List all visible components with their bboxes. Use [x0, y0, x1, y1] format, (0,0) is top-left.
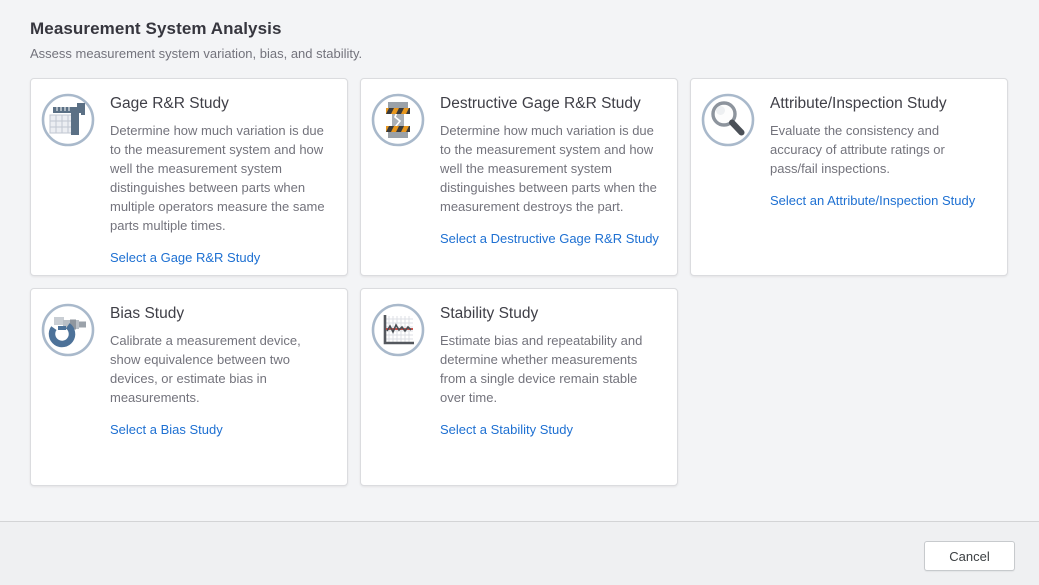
card-description-stability: Estimate bias and repeatability and dete… — [440, 331, 663, 407]
footer-bar: Cancel — [0, 521, 1039, 585]
select-stability-link[interactable]: Select a Stability Study — [440, 421, 573, 438]
study-cards-grid: Gage R&R Study Determine how much variat… — [30, 78, 1039, 486]
page-title: Measurement System Analysis — [30, 17, 1009, 41]
select-bias-link[interactable]: Select a Bias Study — [110, 421, 223, 438]
page-subtitle: Assess measurement system variation, bia… — [30, 44, 1009, 63]
destructive-test-icon — [371, 93, 425, 147]
control-chart-icon — [371, 303, 425, 357]
card-destructive-gage-rr-study: Destructive Gage R&R Study Determine how… — [360, 78, 678, 276]
card-title-stability: Stability Study — [440, 303, 663, 325]
caliper-icon — [41, 93, 95, 147]
card-description-gage-rr: Determine how much variation is due to t… — [110, 121, 333, 235]
magnifier-icon — [701, 93, 755, 147]
select-gage-rr-link[interactable]: Select a Gage R&R Study — [110, 249, 260, 266]
card-stability-study: Stability Study Estimate bias and repeat… — [360, 288, 678, 486]
select-destructive-gage-rr-link[interactable]: Select a Destructive Gage R&R Study — [440, 230, 659, 247]
select-attribute-inspection-link[interactable]: Select an Attribute/Inspection Study — [770, 192, 975, 209]
cancel-button[interactable]: Cancel — [924, 541, 1015, 571]
card-title-destructive-gage-rr: Destructive Gage R&R Study — [440, 93, 663, 115]
card-bias-study: Bias Study Calibrate a measurement devic… — [30, 288, 348, 486]
page-header: Measurement System Analysis Assess measu… — [0, 0, 1039, 63]
card-attribute-inspection-study: Attribute/Inspection Study Evaluate the … — [690, 78, 1008, 276]
card-description-destructive-gage-rr: Determine how much variation is due to t… — [440, 121, 663, 216]
micrometer-icon — [41, 303, 95, 357]
card-description-bias: Calibrate a measurement device, show equ… — [110, 331, 333, 407]
card-gage-rr-study: Gage R&R Study Determine how much variat… — [30, 78, 348, 276]
card-title-bias: Bias Study — [110, 303, 333, 325]
card-description-attribute-inspection: Evaluate the consistency and accuracy of… — [770, 121, 993, 178]
card-title-attribute-inspection: Attribute/Inspection Study — [770, 93, 993, 115]
card-title-gage-rr: Gage R&R Study — [110, 93, 333, 115]
